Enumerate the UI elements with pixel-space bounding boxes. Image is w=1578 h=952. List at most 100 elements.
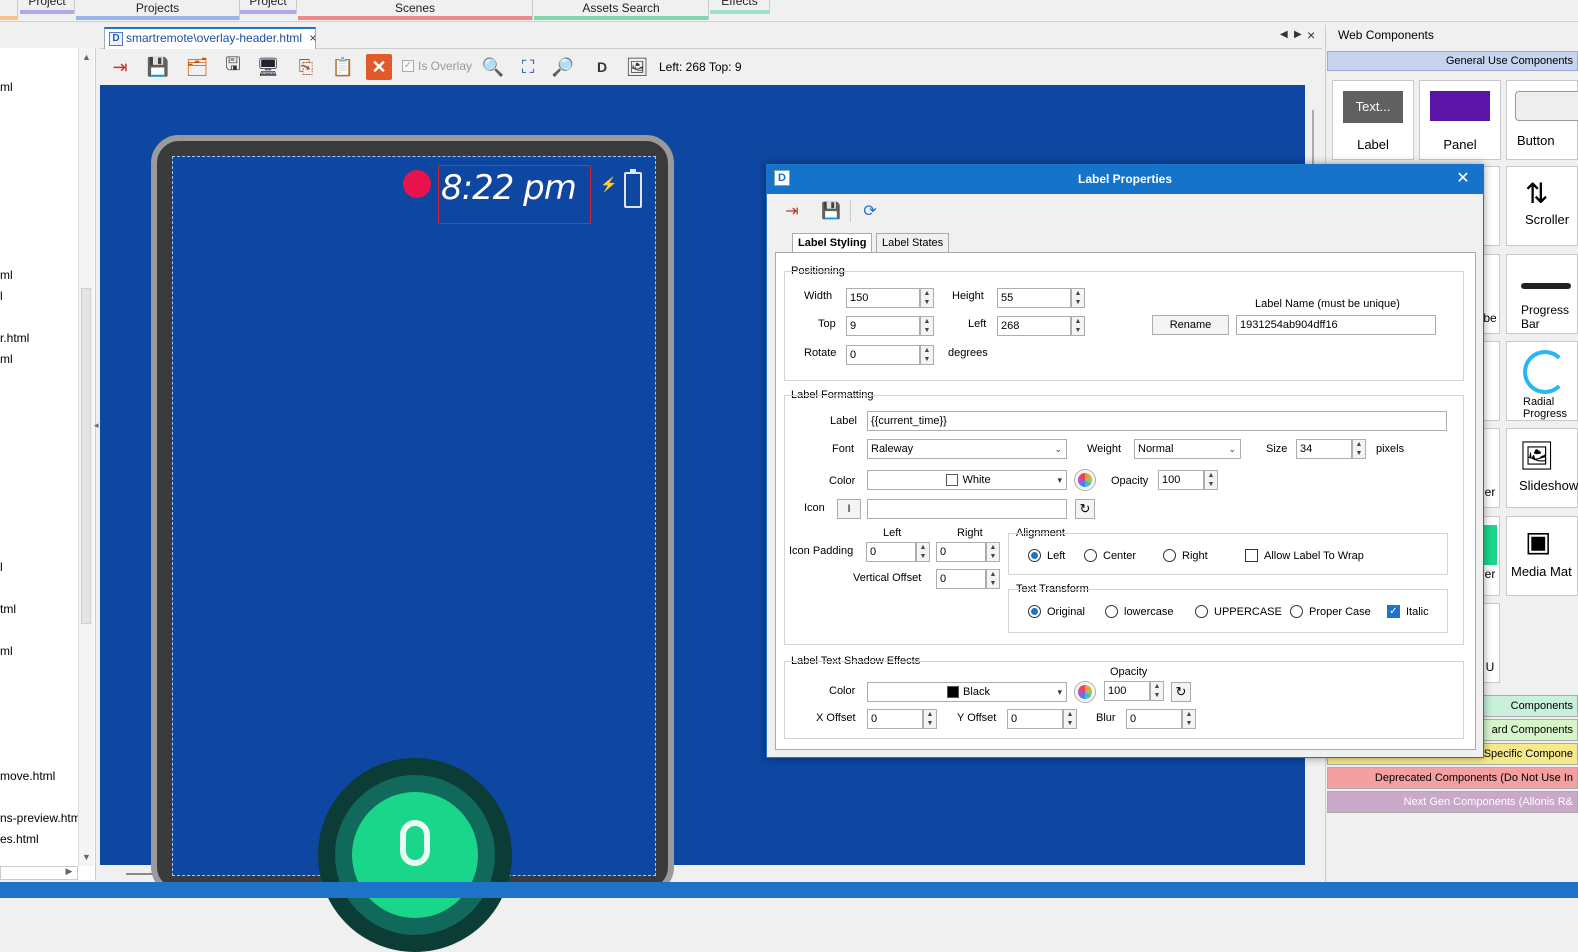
dialog-save-icon[interactable]: 💾 [819,199,843,223]
shadow-reset-icon[interactable]: ↻ [1171,682,1191,702]
color-wheel-icon[interactable] [1075,470,1095,490]
close-document-icon[interactable]: × [1307,27,1315,43]
transform-lowercase-radio[interactable] [1105,605,1118,618]
file-item[interactable]: ml [0,644,13,658]
vertical-offset-spinner[interactable]: ▲ ▼ [986,569,1000,589]
tab-scroll-right-icon[interactable]: ▶ [1294,29,1302,40]
x-offset-input[interactable]: 0 [867,709,923,729]
is-overlay-checkbox[interactable]: ✓ [402,60,414,72]
reset-icon[interactable]: ↻ [1075,499,1095,519]
image-settings-icon[interactable]: 🖼 [624,54,650,80]
dialog-title[interactable]: Label Properties [767,165,1483,194]
delete-icon[interactable]: ✕ [366,54,392,80]
italic-checkbox[interactable]: ✓ [1387,605,1400,618]
dialog-close-button[interactable]: ✕ [1454,170,1472,188]
scroll-up-icon[interactable]: ▲ [82,52,91,62]
height-input[interactable]: 55 [997,288,1071,308]
size-input[interactable]: 34 [1296,439,1352,459]
shadow-color-wheel-icon[interactable] [1075,682,1095,702]
file-item[interactable]: tml [0,602,16,616]
save-as-icon[interactable]: 🗂 [184,54,210,80]
designer-icon[interactable]: D [589,54,615,80]
shadow-opacity-spinner[interactable]: ▲ ▼ [1150,681,1164,701]
file-item[interactable]: l [0,560,3,574]
pad-right-input[interactable]: 0 [936,542,986,562]
zoom-out-icon[interactable]: 🔍 [480,54,506,80]
y-offset-spinner[interactable]: ▲ ▼ [1063,709,1077,729]
paste-icon[interactable]: 📋 [330,54,356,80]
rotate-input[interactable]: 0 [846,345,920,365]
pad-left-spinner[interactable]: ▲ ▼ [916,542,930,562]
rename-button[interactable]: Rename [1152,315,1229,335]
general-use-section[interactable]: General Use Components [1327,51,1578,71]
tab-overlay-header[interactable]: Dsmartremote\overlay-header.html × [104,27,316,49]
tab-scroll-left-icon[interactable]: ◀ [1280,29,1288,40]
section-next-gen-components[interactable]: Next Gen Components (Allonis R& [1327,791,1578,813]
opacity-input[interactable]: 100 [1158,470,1204,490]
component-scroller[interactable]: ⇅ Scroller [1506,166,1578,246]
tab-label-states[interactable]: Label States [876,233,950,253]
component-button[interactable]: Button [1506,80,1578,160]
component-radial-progress[interactable]: Radial Progress [1506,341,1578,421]
y-offset-input[interactable]: 0 [1007,709,1063,729]
label-name-input[interactable]: 1931254ab904dff16 [1236,315,1436,335]
dialog-refresh-icon[interactable]: ⟳ [858,199,882,223]
save-copy-icon[interactable]: 🖫 [220,54,246,80]
pad-right-spinner[interactable]: ▲ ▼ [986,542,1000,562]
left-spinner[interactable]: ▲ ▼ [1071,316,1085,336]
weight-select[interactable]: Normal ⌄ [1134,439,1241,459]
top-tab-stub[interactable] [0,0,18,20]
component-panel[interactable]: Panel [1419,80,1501,160]
file-item[interactable]: ns-preview.htm [0,811,81,825]
scroll-thumb[interactable] [81,288,91,624]
rotate-spinner[interactable]: ▲ ▼ [920,345,934,365]
component-media-matrix[interactable]: ▣ Media Mat [1506,516,1578,596]
component-progress-bar[interactable]: Progress Bar [1506,254,1578,334]
align-center-radio[interactable] [1084,549,1097,562]
shadow-color-select[interactable]: Black ▾ [867,682,1067,702]
wrap-checkbox[interactable] [1245,549,1258,562]
transform-propercase-radio[interactable] [1290,605,1303,618]
align-left-radio[interactable] [1028,549,1041,562]
file-item[interactable]: ml [0,352,13,366]
component-label[interactable]: Text... Label [1332,80,1414,160]
exit-icon[interactable]: ⇥ [107,54,133,80]
tab-assets-search[interactable]: Assets Search [534,0,709,20]
opacity-spinner[interactable]: ▲ ▼ [1204,470,1218,490]
record-indicator[interactable] [403,170,431,198]
top-spinner[interactable]: ▲ ▼ [920,316,934,336]
save-icon[interactable]: 💾 [145,54,171,80]
file-item[interactable]: ml [0,80,13,94]
label-text-input[interactable]: {{current_time}} [867,411,1447,431]
icon-picker-button[interactable]: I [837,499,861,519]
top-input[interactable]: 9 [846,316,920,336]
file-item[interactable]: es.html [0,832,39,846]
tab-project-2[interactable]: Project [240,0,297,14]
tab-project[interactable]: Project [20,0,75,14]
transform-original-radio[interactable] [1028,605,1041,618]
tab-scenes[interactable]: Scenes [298,0,533,20]
icon-input[interactable] [867,499,1067,519]
left-input[interactable]: 268 [997,316,1071,336]
tab-projects[interactable]: Projects [76,0,240,20]
transform-uppercase-radio[interactable] [1195,605,1208,618]
blur-input[interactable]: 0 [1126,709,1182,729]
file-item[interactable]: move.html [0,769,55,783]
vertical-offset-input[interactable]: 0 [936,569,986,589]
close-tab-icon[interactable]: × [309,31,316,45]
scroll-right-icon[interactable]: ▶ [62,866,76,880]
zoom-in-icon[interactable]: 🔎 [550,54,576,80]
file-item[interactable]: ml [0,268,13,282]
x-offset-spinner[interactable]: ▲ ▼ [923,709,937,729]
tab-effects[interactable]: Effects [710,0,770,14]
size-spinner[interactable]: ▲ ▼ [1352,439,1366,459]
shadow-opacity-input[interactable]: 100 [1104,681,1150,701]
splitter-handle-icon[interactable]: ◂ [94,420,99,431]
fit-screen-icon[interactable]: ⛶ [515,54,541,80]
pad-left-input[interactable]: 0 [866,542,916,562]
dialog-exit-icon[interactable]: ⇥ [780,199,804,223]
scroll-down-icon[interactable]: ▼ [82,852,91,862]
font-select[interactable]: Raleway ⌄ [867,439,1067,459]
blur-spinner[interactable]: ▲ ▼ [1182,709,1196,729]
file-list-scrollbar[interactable]: ▲ ▼ [78,48,94,866]
